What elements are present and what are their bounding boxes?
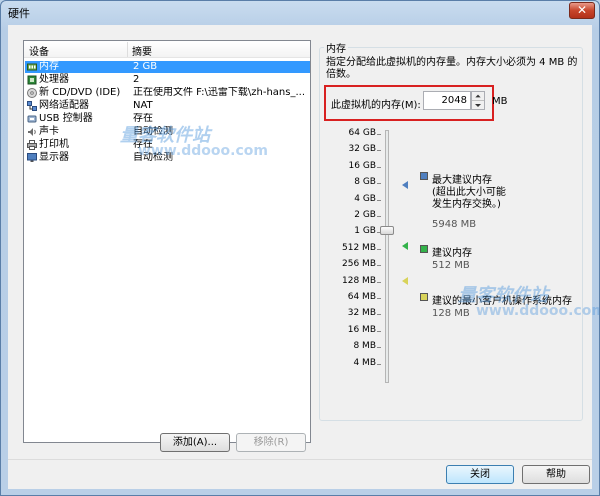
minimum-legend-swatch xyxy=(420,293,428,301)
memory-scale-label: 8 GB xyxy=(354,177,376,188)
remove-button[interactable]: 移除(R) xyxy=(236,433,306,452)
device-summary: NAT xyxy=(133,100,153,111)
memory-scale-label: 1 GB xyxy=(354,226,376,237)
device-label: 处理器 xyxy=(39,74,69,85)
column-divider[interactable] xyxy=(127,42,128,57)
network-adapter-icon xyxy=(27,101,37,111)
dialog-client-area: 设备 摘要 内存 2 GB 处理器 2 新 CD/DVD (IDE) 正在使用文… xyxy=(8,25,599,489)
device-label: 打印机 xyxy=(39,139,69,150)
memory-scale-label: 512 MB xyxy=(342,242,376,253)
max-recommended-legend-swatch xyxy=(420,172,428,180)
device-row-cd-dvd[interactable]: 新 CD/DVD (IDE) 正在使用文件 F:\迅雷下载\zh-hans_..… xyxy=(25,87,310,99)
memory-scale-label: 256 MB xyxy=(342,259,376,270)
close-button[interactable]: 关闭 xyxy=(446,465,514,484)
memory-scale-label: 8 MB xyxy=(353,341,376,352)
memory-scale-tick xyxy=(377,265,381,267)
recommended-title: 建议内存 xyxy=(432,248,472,259)
memory-scale-tick xyxy=(377,298,381,299)
memory-scale-label: 16 GB xyxy=(348,160,376,171)
max-recommended-title: 最大建议内存 xyxy=(432,175,492,186)
memory-slider-thumb[interactable] xyxy=(380,226,394,235)
device-label: 声卡 xyxy=(39,126,59,137)
column-header-device[interactable]: 设备 xyxy=(29,43,49,58)
device-label: 网络适配器 xyxy=(39,100,89,111)
watermark-url: www.ddooo.com xyxy=(138,143,268,159)
window-title: 硬件 xyxy=(8,7,30,20)
printer-icon xyxy=(27,140,37,150)
window-close-button[interactable]: ✕ xyxy=(569,2,595,19)
max-recommended-note: (超出此大小可能 发生内存交换。) xyxy=(432,187,506,210)
memory-scale-tick xyxy=(377,281,381,283)
memory-scale-tick xyxy=(377,363,381,365)
device-label: 内存 xyxy=(39,61,59,72)
title-bar: 硬件 ✕ xyxy=(1,1,599,23)
device-list-header: 设备 摘要 xyxy=(24,41,310,58)
device-row-processor[interactable]: 处理器 2 xyxy=(25,74,310,86)
device-summary: 2 xyxy=(133,74,140,85)
memory-scale-label: 64 GB xyxy=(348,128,376,138)
memory-scale-tick xyxy=(377,150,381,152)
device-label: 新 CD/DVD (IDE) xyxy=(39,87,121,98)
device-row-network-adapter[interactable]: 网络适配器 NAT xyxy=(25,100,310,112)
cd-dvd-icon xyxy=(27,88,37,98)
memory-size-spinner xyxy=(471,91,485,110)
memory-scale-label: 64 MB xyxy=(347,292,376,302)
memory-scale-label: 4 GB xyxy=(354,193,376,204)
device-label: USB 控制器 xyxy=(39,113,93,124)
device-summary: 2 GB xyxy=(133,61,158,72)
memory-description: 指定分配给此虚拟机的内存量。内存大小必须为 4 MB 的倍数。 xyxy=(326,57,578,80)
hardware-dialog: 硬件 ✕ 设备 摘要 内存 2 GB 处理器 2 新 CD/DVD (IDE) xyxy=(0,0,600,496)
memory-scale-tick xyxy=(377,216,381,217)
footer-divider xyxy=(8,459,592,460)
memory-unit-label: MB xyxy=(492,96,508,107)
memory-scale-tick xyxy=(377,134,381,135)
memory-scale-label: 2 GB xyxy=(354,210,376,220)
recommended-marker xyxy=(402,242,408,250)
memory-group-title: 内存 xyxy=(324,40,348,55)
spin-up-icon[interactable] xyxy=(472,92,484,101)
watermark-url: www.ddooo.com xyxy=(476,303,600,319)
device-row-memory[interactable]: 内存 2 GB xyxy=(25,61,310,73)
usb-controller-icon xyxy=(27,115,37,123)
memory-scale-label: 128 MB xyxy=(342,275,376,286)
memory-scale-tick xyxy=(377,199,381,201)
memory-scale-tick xyxy=(377,314,381,316)
memory-scale-tick xyxy=(377,248,381,250)
help-button[interactable]: 帮助 xyxy=(522,465,590,484)
memory-scale-label: 32 GB xyxy=(348,144,376,155)
memory-size-label: 此虚拟机的内存(M): xyxy=(331,100,421,111)
spin-down-icon[interactable] xyxy=(472,101,484,110)
memory-scale-label: 32 MB xyxy=(347,308,376,319)
recommended-value: 512 MB xyxy=(432,260,470,271)
memory-slider-track[interactable] xyxy=(385,130,389,383)
recommended-legend-swatch xyxy=(420,245,428,253)
column-header-summary[interactable]: 摘要 xyxy=(132,43,152,58)
memory-scale-tick xyxy=(377,183,381,185)
device-list[interactable]: 设备 摘要 内存 2 GB 处理器 2 新 CD/DVD (IDE) 正在使用文… xyxy=(23,40,311,443)
device-summary: 正在使用文件 F:\迅雷下载\zh-hans_... xyxy=(133,87,306,98)
memory-scale-tick xyxy=(377,166,381,168)
memory-scale-label: 4 MB xyxy=(353,357,376,368)
memory-size-input[interactable]: 2048 xyxy=(423,91,471,110)
memory-icon xyxy=(27,63,37,71)
sound-card-icon xyxy=(28,128,36,136)
add-button[interactable]: 添加(A)... xyxy=(160,433,230,452)
memory-scale-tick xyxy=(377,347,381,349)
memory-scale-label: 16 MB xyxy=(347,324,376,335)
display-icon xyxy=(27,153,37,162)
max-recommended-value: 5948 MB xyxy=(432,219,477,230)
memory-scale-tick xyxy=(377,330,381,332)
device-label: 显示器 xyxy=(39,152,69,163)
minimum-recommended-marker xyxy=(402,277,408,285)
processor-icon xyxy=(27,75,37,85)
minimum-value: 128 MB xyxy=(432,308,470,319)
max-recommended-marker xyxy=(402,181,408,189)
